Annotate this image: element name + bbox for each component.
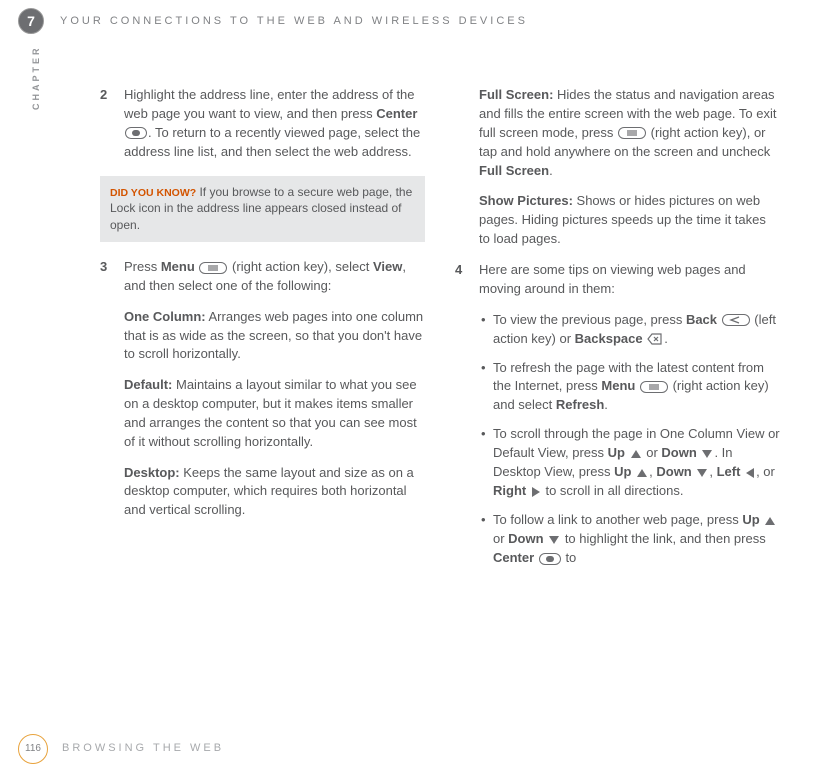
bold: Full Screen — [479, 163, 549, 178]
text: , or — [756, 464, 775, 479]
bold: Menu — [161, 259, 195, 274]
bold: Show Pictures: — [479, 193, 573, 208]
back-key-icon — [722, 311, 750, 330]
tip-label: DID YOU KNOW? — [110, 187, 196, 199]
menu-key-icon — [618, 124, 646, 143]
footer-section-title: BROWSING THE WEB — [62, 741, 224, 757]
tips-list: To view the previous page, press Back (l… — [479, 311, 780, 568]
bold: Up — [614, 464, 631, 479]
step-number: 4 — [455, 261, 479, 578]
text: . To return to a recently viewed page, s… — [124, 125, 420, 159]
bold: Center — [376, 106, 417, 121]
footer: 116 BROWSING THE WEB — [18, 734, 224, 764]
up-arrow-icon — [636, 463, 648, 482]
text: To view the previous page, press — [493, 312, 686, 327]
bold: Default: — [124, 377, 172, 392]
down-arrow-icon — [696, 463, 708, 482]
left-column: 2 Highlight the address line, enter the … — [100, 86, 425, 592]
text: or — [646, 445, 661, 460]
default-option: Default: Maintains a layout similar to w… — [124, 376, 425, 451]
step-body: Highlight the address line, enter the ad… — [124, 86, 425, 162]
desktop-option: Desktop: Keeps the same layout and size … — [124, 464, 425, 521]
list-item: To view the previous page, press Back (l… — [479, 311, 780, 349]
menu-key-icon — [199, 258, 227, 277]
menu-key-icon — [640, 378, 668, 397]
bold: Down — [661, 445, 696, 460]
step-number: 3 — [100, 258, 124, 532]
text: . — [664, 331, 668, 346]
center-key-icon — [125, 124, 147, 143]
bold: Back — [686, 312, 717, 327]
bold: Center — [493, 550, 534, 565]
bold: Backspace — [575, 331, 643, 346]
show-pictures-option: Show Pictures: Shows or hides pictures o… — [479, 192, 780, 249]
bold: Desktop: — [124, 465, 180, 480]
paragraph: Here are some tips on viewing web pages … — [479, 261, 780, 299]
text: . — [549, 163, 553, 178]
list-item: To follow a link to another web page, pr… — [479, 511, 780, 568]
text: to — [565, 550, 576, 565]
center-key-icon — [539, 549, 561, 568]
main-content: 2 Highlight the address line, enter the … — [100, 86, 780, 592]
left-arrow-icon — [745, 463, 755, 482]
text: . — [604, 397, 608, 412]
right-arrow-icon — [531, 482, 541, 501]
full-screen-option: Full Screen: Hides the status and naviga… — [479, 86, 780, 180]
bold: Menu — [601, 378, 635, 393]
backspace-key-icon — [647, 330, 663, 349]
bold: Left — [717, 464, 741, 479]
bold: Down — [508, 531, 543, 546]
chapter-number-badge: 7 — [18, 8, 44, 34]
text: Highlight the address line, enter the ad… — [124, 87, 415, 121]
bold: Refresh — [556, 397, 604, 412]
header-title: YOUR CONNECTIONS TO THE WEB AND WIRELESS… — [60, 14, 528, 30]
step-3: 3 Press Menu (right action key), select … — [100, 258, 425, 532]
text: (right action key), select — [232, 259, 373, 274]
text: , — [709, 464, 716, 479]
bold: One Column: — [124, 309, 206, 324]
down-arrow-icon — [701, 444, 713, 463]
step-body: Press Menu (right action key), select Vi… — [124, 258, 425, 532]
step-number: 2 — [100, 86, 124, 162]
paragraph: Press Menu (right action key), select Vi… — [124, 258, 425, 296]
text: or — [493, 531, 508, 546]
did-you-know-box: DID YOU KNOW? If you browse to a secure … — [100, 176, 425, 242]
chapter-side-label: CHAPTER — [30, 45, 43, 110]
bold: View — [373, 259, 402, 274]
up-arrow-icon — [764, 511, 776, 530]
step-2: 2 Highlight the address line, enter the … — [100, 86, 425, 162]
right-column: Full Screen: Hides the status and naviga… — [455, 86, 780, 592]
bold: Right — [493, 483, 526, 498]
step-body: Here are some tips on viewing web pages … — [479, 261, 780, 578]
up-arrow-icon — [630, 444, 642, 463]
bold: Full Screen: — [479, 87, 553, 102]
bold: Up — [742, 512, 759, 527]
text: To follow a link to another web page, pr… — [493, 512, 742, 527]
text: to scroll in all directions. — [542, 483, 684, 498]
page-number-badge: 116 — [18, 734, 48, 764]
list-item: To scroll through the page in One Column… — [479, 425, 780, 501]
text: Press — [124, 259, 161, 274]
one-column-option: One Column: Arranges web pages into one … — [124, 308, 425, 365]
down-arrow-icon — [548, 530, 560, 549]
bold: Up — [608, 445, 625, 460]
step-4: 4 Here are some tips on viewing web page… — [455, 261, 780, 578]
text: to highlight the link, and then press — [565, 531, 766, 546]
list-item: To refresh the page with the latest cont… — [479, 359, 780, 416]
text: Here are some tips on viewing web pages … — [479, 262, 746, 296]
bold: Down — [656, 464, 691, 479]
